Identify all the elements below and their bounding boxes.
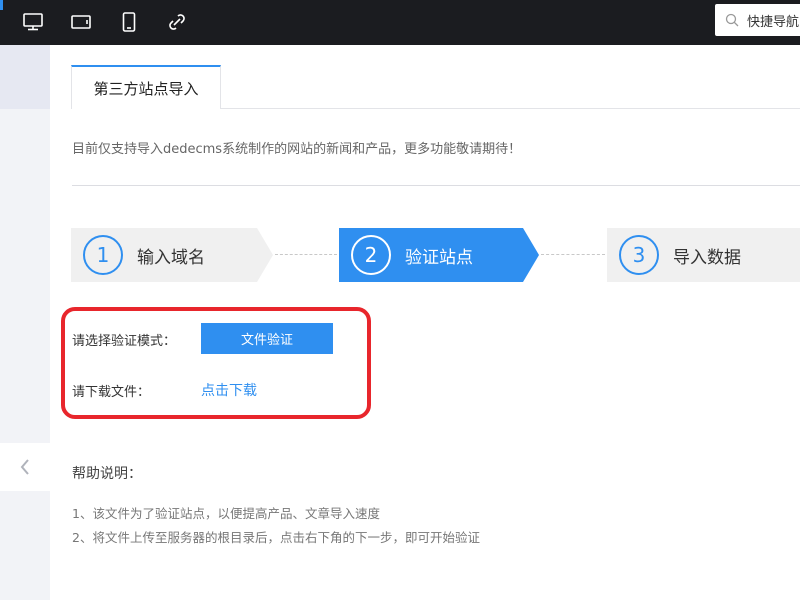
download-link[interactable]: 点击下载 <box>201 380 257 400</box>
left-sidebar <box>0 45 50 600</box>
search-placeholder: 快捷导航 <box>747 14 800 30</box>
verify-mode-label: 请选择验证模式： <box>72 334 177 349</box>
chevron-left-icon <box>20 459 29 475</box>
notice-text: 目前仅支持导入dedecms系统制作的网站的新闻和产品，更多功能敬请期待！ <box>72 142 522 157</box>
collapse-button[interactable] <box>0 443 50 491</box>
mobile-icon[interactable] <box>116 9 142 35</box>
help-title: 帮助说明： <box>72 466 142 482</box>
link-icon[interactable] <box>164 9 190 35</box>
top-toolbar: 快捷导航 <box>0 0 800 45</box>
step-label: 输入域名 <box>137 247 205 268</box>
step-number: 1 <box>83 235 123 275</box>
sidebar-block <box>0 45 50 109</box>
help-line: 2、将文件上传至服务器的根目录后，点击右下角的下一步，即可开始验证 <box>72 530 480 545</box>
step-arrow <box>523 228 539 282</box>
file-verify-button[interactable]: 文件验证 <box>201 323 333 354</box>
step-enter-domain: 1 输入域名 <box>71 228 257 282</box>
help-line: 1、该文件为了验证站点，以便提高产品、文章导入速度 <box>72 506 380 521</box>
step-import-data: 3 导入数据 <box>607 228 800 282</box>
step-verify-site: 2 验证站点 <box>339 228 523 282</box>
content-divider <box>72 185 800 186</box>
step-connector <box>541 254 605 255</box>
search-icon <box>725 13 739 27</box>
step-label: 导入数据 <box>673 247 741 268</box>
search-box[interactable]: 快捷导航 <box>715 4 800 36</box>
toolbar-accent <box>0 0 3 10</box>
download-file-label: 请下载文件： <box>72 385 151 400</box>
step-arrow <box>257 228 273 282</box>
step-number: 2 <box>351 235 391 275</box>
step-connector <box>275 254 337 255</box>
tablet-icon[interactable] <box>68 9 94 35</box>
step-label: 验证站点 <box>405 247 473 268</box>
tab-third-party-import[interactable]: 第三方站点导入 <box>71 65 221 109</box>
step-number: 3 <box>619 235 659 275</box>
desktop-icon[interactable] <box>20 9 46 35</box>
